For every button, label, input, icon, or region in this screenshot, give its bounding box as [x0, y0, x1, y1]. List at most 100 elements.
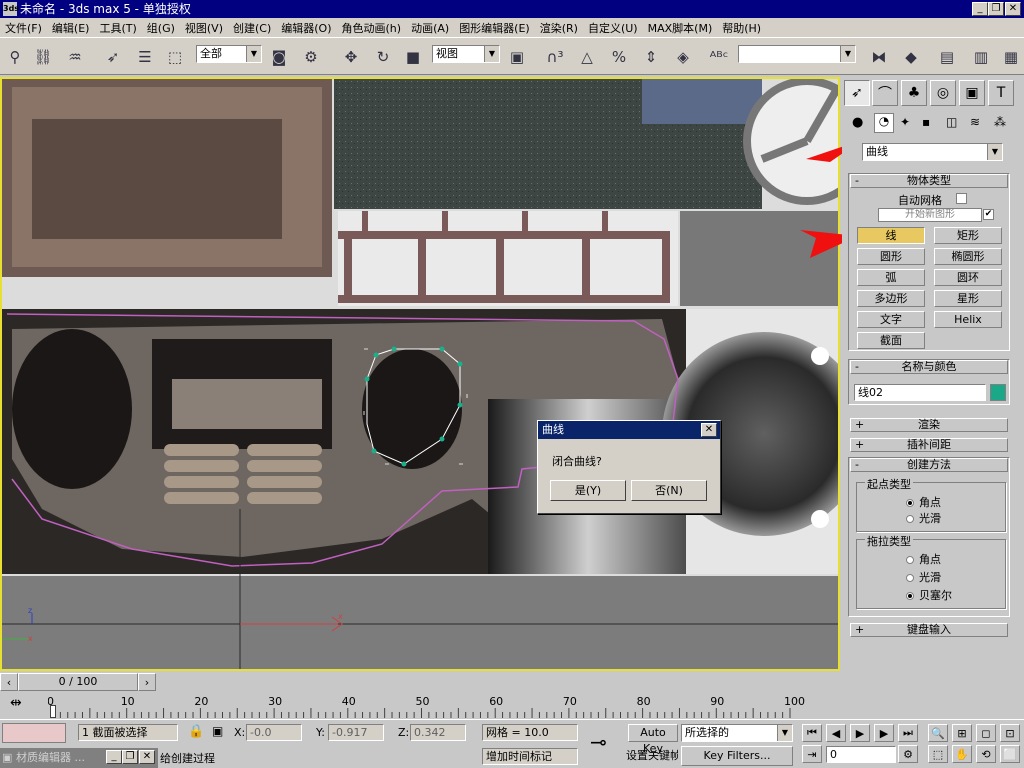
geometry-icon[interactable]: ● — [852, 115, 863, 130]
menu-edit[interactable]: 编辑(E) — [47, 20, 95, 36]
create-tab-icon[interactable]: ➶ — [844, 80, 870, 106]
spacewarps-icon[interactable]: ≋ — [970, 115, 980, 129]
maximize-viewport-icon[interactable]: ⬜ — [1000, 745, 1020, 763]
current-frame-field[interactable]: 0 — [826, 746, 896, 763]
line-button[interactable]: 线 — [857, 227, 925, 244]
initial-corner-radio[interactable]: 角点 — [906, 494, 941, 510]
star-button[interactable]: 星形 — [934, 290, 1002, 307]
slider-next-icon[interactable]: › — [138, 673, 156, 691]
rectangle-button[interactable]: 矩形 — [934, 227, 1002, 244]
interpolation-rollout-header[interactable]: + 插补间距 — [850, 438, 1008, 452]
region-zoom-icon[interactable]: ⬚ — [928, 745, 948, 763]
select-by-name-icon[interactable]: ☰ — [132, 44, 158, 70]
start-new-shape-button[interactable]: 开始新图形 — [878, 208, 982, 222]
select-scale-icon[interactable]: ■ — [400, 44, 426, 70]
menu-graph-editors[interactable]: 图形编辑器(E) — [454, 20, 535, 36]
key-set-dropdown[interactable]: 所选择的 ▼ — [681, 724, 793, 742]
drag-smooth-radio[interactable]: 光滑 — [906, 569, 941, 585]
ngon-button[interactable]: 多边形 — [857, 290, 925, 307]
time-marker[interactable] — [50, 705, 56, 718]
material-restore-button[interactable]: _ — [106, 750, 122, 764]
spinner-snap-icon[interactable]: ⇕ — [638, 44, 664, 70]
object-color-swatch[interactable] — [990, 384, 1006, 401]
menu-file[interactable]: 文件(F) — [0, 20, 47, 36]
manipulate-icon[interactable]: ⚙ — [298, 44, 324, 70]
add-time-tag[interactable]: 增加时间标记 — [482, 748, 578, 765]
mini-curve-editor-icon[interactable]: ⇹ — [10, 695, 22, 711]
time-slider[interactable]: ‹ 0 / 100 › — [0, 673, 840, 691]
schematic-icon[interactable]: ▦ — [998, 44, 1024, 70]
close-button[interactable]: ✕ — [1005, 2, 1021, 16]
ellipse-button[interactable]: 椭圆形 — [934, 248, 1002, 265]
zoom-all-icon[interactable]: ⊞ — [952, 724, 972, 742]
circle-button[interactable]: 圆形 — [857, 248, 925, 265]
edit-named-sets-icon[interactable]: ᴬᴮᶜ — [706, 44, 732, 70]
named-selection-dropdown[interactable]: ▼ — [738, 45, 856, 63]
key-filters-button[interactable]: Key Filters... — [681, 746, 793, 766]
next-frame-icon[interactable]: ▶ — [874, 724, 894, 742]
window-crossing-icon[interactable]: ◙ — [266, 44, 292, 70]
key-icon[interactable]: ⊸ — [590, 730, 607, 754]
zoom-extents-all-icon[interactable]: ⊡ — [1000, 724, 1020, 742]
goto-start-icon[interactable]: ⏮ — [802, 724, 822, 742]
auto-grid-checkbox[interactable] — [956, 193, 967, 204]
snap-3d-icon[interactable]: ∩³ — [542, 44, 568, 70]
pivot-icon[interactable]: ▣ — [504, 44, 530, 70]
percent-snap-icon[interactable]: % — [606, 44, 632, 70]
goto-end-icon[interactable]: ⏭ — [898, 724, 918, 742]
menu-create[interactable]: 创建(C) — [228, 20, 276, 36]
menu-modifiers[interactable]: 编辑器(O) — [276, 20, 336, 36]
prev-frame-icon[interactable]: ◀ — [826, 724, 846, 742]
display-tab-icon[interactable]: ▣ — [959, 80, 985, 106]
hierarchy-tab-icon[interactable]: ♣ — [901, 80, 927, 106]
drag-bezier-radio[interactable]: 贝塞尔 — [906, 587, 952, 603]
menu-maxscript[interactable]: MAX脚本(M) — [643, 20, 718, 36]
helpers-icon[interactable]: ◫ — [946, 115, 957, 129]
drag-corner-radio[interactable]: 角点 — [906, 551, 941, 567]
modify-tab-icon[interactable]: ⌒ — [872, 80, 898, 106]
name-color-header[interactable]: - 名称与颜色 — [850, 360, 1008, 374]
rendering-rollout-header[interactable]: + 渲染 — [850, 418, 1008, 432]
text-button[interactable]: 文字 — [857, 311, 925, 328]
category-dropdown[interactable]: 曲线 ▼ — [862, 143, 1003, 161]
keyboard-entry-header[interactable]: + 键盘输入 — [850, 623, 1008, 637]
play-icon[interactable]: ▶ — [850, 724, 870, 742]
timeline-ruler[interactable]: ⇹ 0 10 20 30 40 50 60 70 80 90 100 — [0, 691, 840, 719]
select-icon[interactable]: ➶ — [100, 44, 126, 70]
x-coordinate-field[interactable]: -0.0 — [246, 724, 302, 741]
maxscript-listener[interactable] — [2, 723, 66, 743]
select-move-icon[interactable]: ✥ — [338, 44, 364, 70]
slider-prev-icon[interactable]: ‹ — [0, 673, 18, 691]
minimize-button[interactable]: _ — [972, 2, 988, 16]
time-slider-thumb[interactable]: 0 / 100 — [18, 673, 138, 691]
donut-button[interactable]: 圆环 — [934, 269, 1002, 286]
utilities-tab-icon[interactable]: T — [988, 80, 1014, 106]
angle-snap-icon[interactable]: △ — [574, 44, 600, 70]
object-type-header[interactable]: - 物体类型 — [850, 174, 1008, 188]
shapes-icon[interactable]: ◔ — [874, 113, 894, 133]
object-name-input[interactable]: 线02 — [854, 384, 986, 401]
bind-spacewarp-icon[interactable]: ♒ — [62, 44, 88, 70]
named-sets-icon[interactable]: ◈ — [670, 44, 696, 70]
menu-help[interactable]: 帮助(H) — [717, 20, 766, 36]
arc-rotate-icon[interactable]: ⟲ — [976, 745, 996, 763]
zoom-icon[interactable]: 🔍 — [928, 724, 948, 742]
app-icon[interactable]: 3ds — [3, 2, 19, 16]
viewport[interactable]: x z x — [0, 77, 840, 671]
lock-selection-icon[interactable]: 🔒 — [188, 724, 204, 739]
selection-filter-dropdown[interactable]: 全部 ▼ — [196, 45, 262, 63]
cameras-icon[interactable]: ▪ — [922, 115, 930, 129]
menu-group[interactable]: 组(G) — [142, 20, 180, 36]
align-icon[interactable]: ◆ — [898, 44, 924, 70]
dialog-close-button[interactable]: ✕ — [701, 423, 717, 437]
rect-select-icon[interactable]: ⬚ — [162, 44, 188, 70]
select-link-icon[interactable]: ⚲ — [2, 44, 28, 70]
time-config-icon[interactable]: ⚙ — [898, 745, 918, 763]
pan-icon[interactable]: ✋ — [952, 745, 972, 763]
yes-button[interactable]: 是(Y) — [550, 480, 626, 501]
helix-button[interactable]: Helix — [934, 311, 1002, 328]
menu-tools[interactable]: 工具(T) — [94, 20, 141, 36]
ref-coord-dropdown[interactable]: 视图 ▼ — [432, 45, 500, 63]
mirror-icon[interactable]: ⧓ — [866, 44, 892, 70]
absolute-mode-icon[interactable]: ▣ — [212, 724, 223, 738]
